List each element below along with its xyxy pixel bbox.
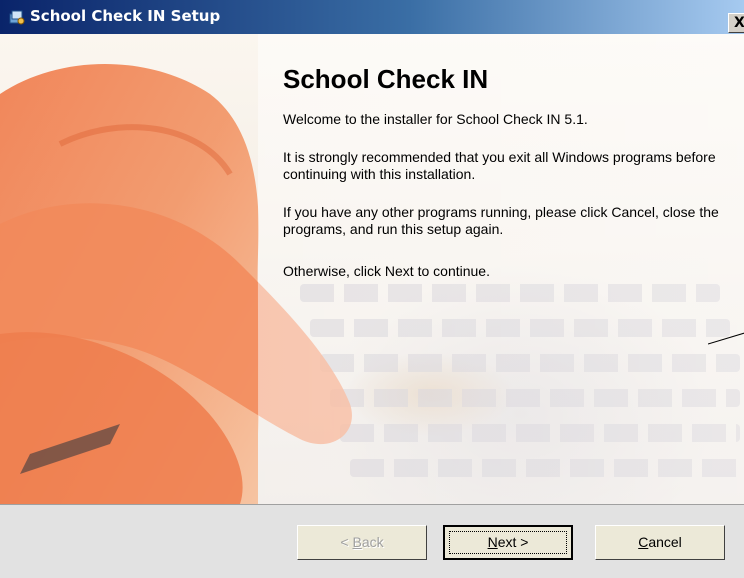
continue-instructions: Otherwise, click Next to continue. bbox=[283, 263, 490, 279]
welcome-line: Welcome to the installer for School Chec… bbox=[283, 111, 588, 127]
back-button[interactable]: < Back bbox=[297, 525, 427, 560]
button-bar: < Back Next > Cancel bbox=[0, 504, 744, 578]
next-label: ext > bbox=[497, 534, 529, 550]
close-button[interactable]: X bbox=[728, 13, 744, 33]
back-label: ack bbox=[361, 534, 384, 550]
back-prefix: < bbox=[340, 534, 353, 550]
cancel-hotkey: C bbox=[638, 534, 649, 550]
next-hotkey: N bbox=[487, 534, 498, 550]
back-hotkey: B bbox=[352, 534, 362, 550]
cancel-button[interactable]: Cancel bbox=[595, 525, 725, 560]
cancel-label: ancel bbox=[648, 534, 682, 550]
title-bar[interactable]: School Check IN Setup X bbox=[0, 0, 744, 34]
setup-installer-icon bbox=[9, 10, 25, 25]
window-title: School Check IN Setup bbox=[30, 7, 221, 25]
exit-programs-advice: It is strongly recommended that you exit… bbox=[283, 149, 716, 182]
next-button[interactable]: Next > bbox=[443, 525, 573, 560]
welcome-heading: School Check IN bbox=[283, 64, 489, 94]
cancel-instructions: If you have any other programs running, … bbox=[283, 204, 719, 237]
pointer-annotation bbox=[708, 332, 744, 345]
close-icon: X bbox=[734, 15, 744, 31]
welcome-panel: School Check IN Welcome to the installer… bbox=[0, 34, 744, 504]
installer-window: School Check IN Setup X School Check IN … bbox=[0, 0, 744, 578]
